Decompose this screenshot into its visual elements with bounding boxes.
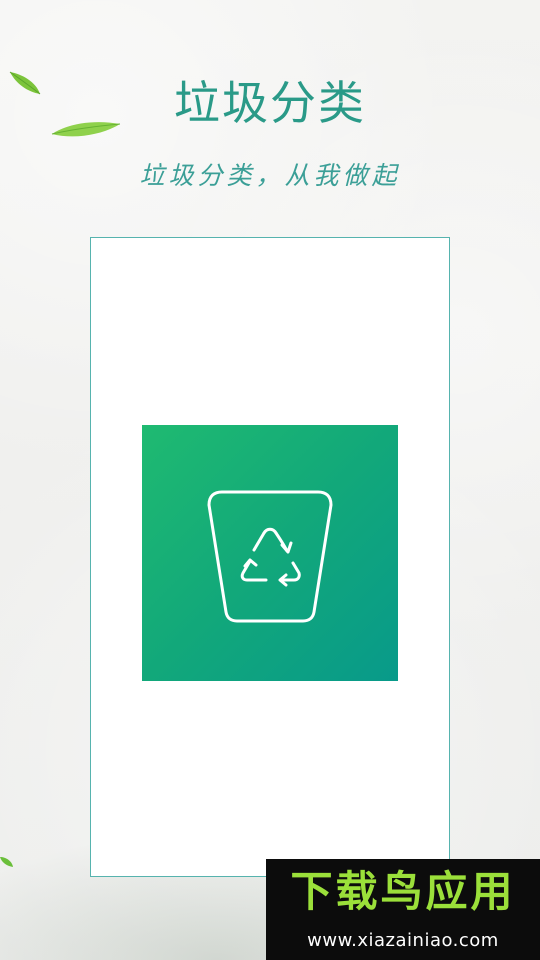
watermark-brand: 下载鸟应用: [290, 867, 516, 916]
page-subtitle: 垃圾分类，从我做起: [139, 161, 401, 190]
watermark-url: www.xiazainiao.com: [307, 930, 499, 951]
recycle-bin-icon[interactable]: [142, 425, 398, 681]
page-title: 垃圾分类: [174, 76, 366, 130]
watermark-banner: 下载鸟应用 www.xiazainiao.com: [266, 859, 540, 960]
recycle-bin-graphic: [207, 490, 333, 623]
